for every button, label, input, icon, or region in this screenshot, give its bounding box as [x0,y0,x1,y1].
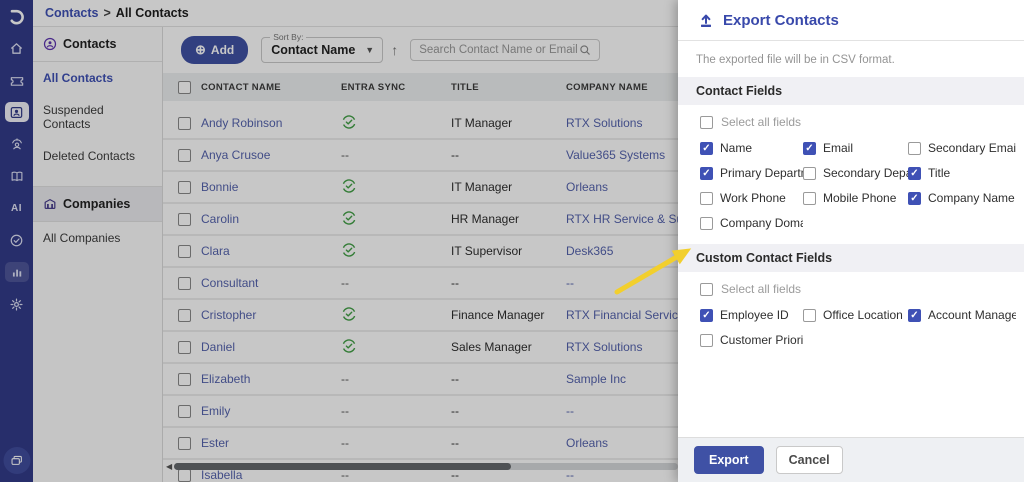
field-checkbox-unchecked[interactable] [700,333,713,347]
field-checkbox-unchecked[interactable] [700,216,713,230]
select-all-custom-fields: Select all fields [700,282,1016,296]
contact-fields-grid: ✓ Name ✓ Email Secondary Emails ✓ Primary Depa… [700,141,1016,230]
field-option: ✓ Account Manager [908,308,1016,322]
field-label: Work Phone [720,191,786,205]
field-checkbox-unchecked[interactable] [700,191,713,205]
field-option: Secondary Emails [908,141,1016,155]
field-checkbox-unchecked[interactable] [908,141,921,155]
field-option: Mobile Phone [803,191,908,205]
field-checkbox-checked[interactable]: ✓ [908,308,921,322]
field-label: Company Name [928,191,1015,205]
field-checkbox-unchecked[interactable] [803,191,816,205]
field-option: Customer Priority... [700,333,803,347]
field-option: ✓ Title [908,166,1016,180]
field-label: Employee ID [720,308,789,322]
app-window: AI Contacts > All Contacts Contacts All … [0,0,1024,482]
drawer-header: Export Contacts [678,0,1024,41]
field-label: Account Manager [928,308,1016,322]
select-all-contact-fields: Select all fields [700,115,1016,129]
field-checkbox-unchecked[interactable] [803,166,816,180]
field-option: ✓ Primary Departm... [700,166,803,180]
field-label: Primary Departm... [720,166,803,180]
field-option: Work Phone [700,191,803,205]
field-checkbox-checked[interactable]: ✓ [700,141,713,155]
export-contacts-drawer: Export Contacts The exported file will b… [678,0,1024,482]
select-all-label: Select all fields [721,115,802,129]
field-option: ✓ Employee ID [700,308,803,322]
select-all-contact-fields-checkbox[interactable] [700,115,713,129]
field-option: Company Domains [700,216,803,230]
field-label: Name [720,141,753,155]
export-button[interactable]: Export [694,446,764,474]
field-option: ✓ Name [700,141,803,155]
drawer-footer: Export Cancel [678,437,1024,482]
drawer-title: Export Contacts [723,11,839,29]
field-option: Office Location [803,308,908,322]
field-label: Secondary Depart... [823,166,908,180]
drawer-backdrop-overlay[interactable] [0,0,678,482]
cancel-button[interactable]: Cancel [775,446,843,474]
export-upload-icon [701,14,711,27]
field-checkbox-checked[interactable]: ✓ [908,191,921,205]
select-all-custom-fields-checkbox[interactable] [700,282,713,296]
field-label: Secondary Emails [928,141,1016,155]
field-label: Customer Priority... [720,333,803,347]
field-label: Mobile Phone [823,191,897,205]
field-label: Office Location [823,308,903,322]
section-header-custom-contact-fields: Custom Contact Fields [678,244,1024,272]
field-checkbox-checked[interactable]: ✓ [700,166,713,180]
field-checkbox-unchecked[interactable] [803,308,816,322]
field-checkbox-checked[interactable]: ✓ [908,166,921,180]
field-option: ✓ Company Name [908,191,1016,205]
export-info-text: The exported file will be in CSV format. [696,54,895,66]
section-header-contact-fields: Contact Fields [678,77,1024,105]
custom-fields-grid: ✓ Employee ID Office Location ✓ Account Mana… [700,308,1016,347]
select-all-label: Select all fields [721,282,802,296]
field-label: Company Domains [720,216,803,230]
field-option: Secondary Depart... [803,166,908,180]
field-checkbox-checked[interactable]: ✓ [803,141,816,155]
field-option: ✓ Email [803,141,908,155]
field-label: Title [928,166,951,180]
field-checkbox-checked[interactable]: ✓ [700,308,713,322]
field-label: Email [823,141,854,155]
